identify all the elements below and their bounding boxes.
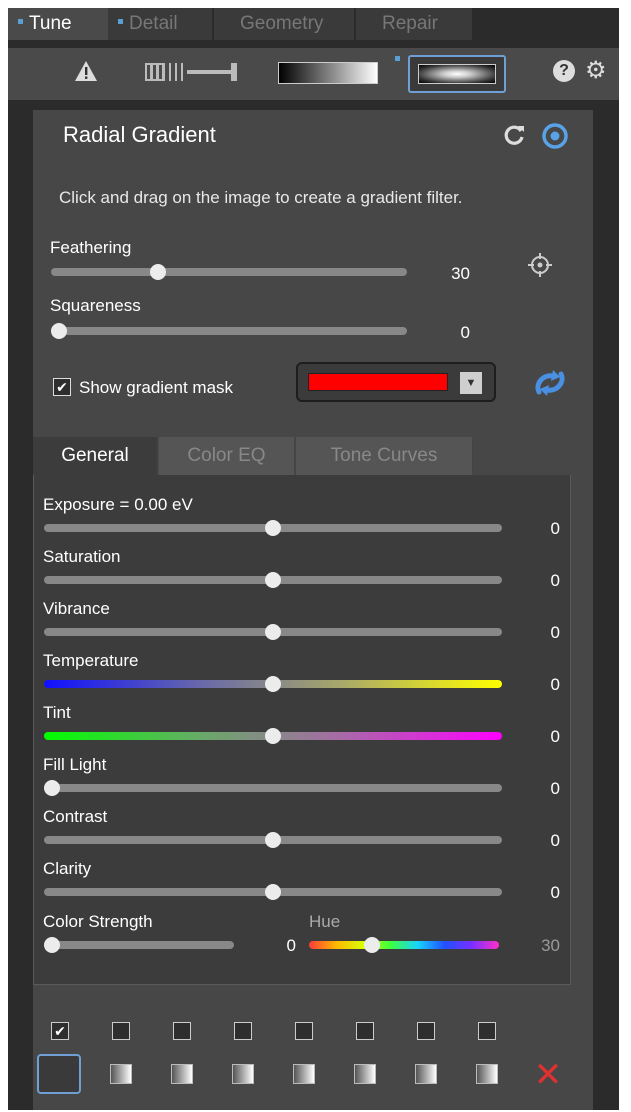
adjustment-value: 0: [550, 571, 560, 590]
show-gradient-mask-checkbox[interactable]: ✔: [53, 378, 71, 396]
feathering-label: Feathering: [50, 238, 132, 257]
tab-tune-label: Tune: [29, 13, 72, 34]
radial-gradient-panel: Radial Gradient Click and drag on the im…: [33, 110, 593, 1110]
warning-icon[interactable]: [74, 60, 98, 82]
hue-slider-thumb[interactable]: [363, 937, 380, 953]
toolbar: ? ⚙: [8, 48, 619, 100]
tab-detail-label: Detail: [129, 13, 178, 34]
tab-color-eq[interactable]: Color EQ: [159, 437, 295, 475]
adjustment-label: Saturation: [43, 547, 121, 566]
color-strength-value: 0: [286, 936, 296, 955]
adjustment-slider-thumb[interactable]: [265, 676, 281, 692]
adjustment-label: Temperature: [43, 651, 139, 670]
tab-geometry[interactable]: Geometry: [214, 8, 354, 40]
split-view-icon[interactable]: [145, 62, 237, 82]
crosshair-icon[interactable]: [527, 252, 553, 278]
adjustment-label: Vibrance: [43, 599, 110, 618]
preset-checkbox[interactable]: ✔: [51, 1022, 69, 1040]
squareness-slider-track[interactable]: [51, 327, 407, 335]
general-adjustments-panel: Color Strength 0 Hue 30 Exposure = 0.00 …: [33, 475, 571, 985]
adjustment-value: 0: [550, 831, 560, 850]
feathering-slider-thumb[interactable]: [149, 264, 166, 280]
tab-indicator-icon: [18, 19, 23, 25]
tab-repair-label: Repair: [382, 13, 438, 34]
instruction-text: Click and drag on the image to create a …: [59, 188, 463, 207]
preset-checkbox[interactable]: [173, 1022, 191, 1040]
top-tab-bar: Tune Detail Geometry Repair: [8, 8, 619, 40]
color-strength-slider-track[interactable]: [44, 941, 234, 949]
adjustment-value: 0: [550, 883, 560, 902]
tab-detail[interactable]: Detail: [108, 8, 212, 40]
preset-gradient-icon[interactable]: [476, 1064, 498, 1084]
adjustment-value: 0: [550, 779, 560, 798]
adjustment-slider-thumb[interactable]: [265, 728, 281, 744]
squareness-slider-thumb[interactable]: [51, 323, 67, 339]
chevron-down-icon[interactable]: ▼: [460, 372, 482, 394]
hue-label: Hue: [309, 912, 341, 931]
preset-gradient-icon[interactable]: [415, 1064, 437, 1084]
hue-value: 30: [541, 936, 560, 955]
active-indicator-icon: [395, 56, 400, 61]
adjustment-value: 0: [550, 727, 560, 746]
preset-checkbox[interactable]: [234, 1022, 252, 1040]
preset-gradient-icon[interactable]: [354, 1064, 376, 1084]
adjustment-slider-track[interactable]: [44, 784, 502, 792]
color-strength-label: Color Strength: [43, 912, 153, 931]
mask-color-select[interactable]: ▼: [296, 362, 496, 402]
tab-tune[interactable]: Tune: [8, 8, 108, 40]
reset-icon[interactable]: [501, 122, 527, 148]
settings-icon[interactable]: ⚙: [585, 58, 611, 84]
tab-tone-curves[interactable]: Tone Curves: [296, 437, 473, 475]
app-window: Tune Detail Geometry Repair ? ⚙ Radial G…: [8, 8, 619, 1110]
adjustment-slider-thumb[interactable]: [265, 832, 281, 848]
radial-filter-icon: [418, 64, 496, 84]
preset-gradient-icon[interactable]: [110, 1064, 132, 1084]
preset-gradient-icon[interactable]: [171, 1064, 193, 1084]
squareness-label: Squareness: [50, 296, 141, 315]
hue-slider-track[interactable]: [309, 941, 499, 949]
adjustment-label: Clarity: [43, 859, 92, 878]
adjustment-tab-bar: General Color EQ Tone Curves: [33, 437, 473, 475]
preset-checkbox[interactable]: [356, 1022, 374, 1040]
preset-checkbox[interactable]: [478, 1022, 496, 1040]
adjustment-slider-thumb[interactable]: [265, 572, 281, 588]
preset-gradient-icon[interactable]: [232, 1064, 254, 1084]
feathering-value: 30: [451, 264, 470, 283]
delete-icon[interactable]: ✕: [531, 1058, 565, 1092]
sync-link-icon[interactable]: [533, 366, 567, 400]
adjustment-slider-thumb[interactable]: [44, 780, 60, 796]
squareness-value: 0: [460, 323, 470, 342]
adjustment-slider-thumb[interactable]: [265, 884, 281, 900]
graduated-filter-icon[interactable]: [278, 62, 378, 84]
help-icon[interactable]: ?: [553, 60, 575, 82]
preset-selected-frame[interactable]: [37, 1054, 81, 1094]
mask-color-swatch: [308, 373, 448, 391]
tab-general[interactable]: General: [33, 437, 158, 475]
adjustment-value: 0: [550, 675, 560, 694]
adjustment-label: Fill Light: [43, 755, 107, 774]
preset-checkbox[interactable]: [112, 1022, 130, 1040]
enable-toggle-icon[interactable]: [541, 122, 569, 150]
preset-checkbox[interactable]: [417, 1022, 435, 1040]
color-strength-slider-thumb[interactable]: [44, 937, 60, 953]
adjustment-value: 0: [550, 519, 560, 538]
preset-gradient-icon[interactable]: [293, 1064, 315, 1084]
radial-filter-button[interactable]: [408, 55, 506, 93]
adjustment-slider-thumb[interactable]: [265, 520, 281, 536]
preset-checkbox[interactable]: [295, 1022, 313, 1040]
show-gradient-mask-label: Show gradient mask: [79, 378, 234, 397]
adjustment-slider-thumb[interactable]: [265, 624, 281, 640]
adjustment-label: Exposure = 0.00 eV: [43, 495, 193, 514]
tab-repair[interactable]: Repair: [356, 8, 472, 40]
feathering-slider-track[interactable]: [51, 268, 407, 276]
adjustment-label: Contrast: [43, 807, 108, 826]
adjustment-label: Tint: [43, 703, 71, 722]
tab-indicator-icon: [118, 19, 123, 25]
adjustment-value: 0: [550, 623, 560, 642]
tab-geometry-label: Geometry: [240, 13, 324, 34]
panel-title: Radial Gradient: [63, 122, 216, 147]
